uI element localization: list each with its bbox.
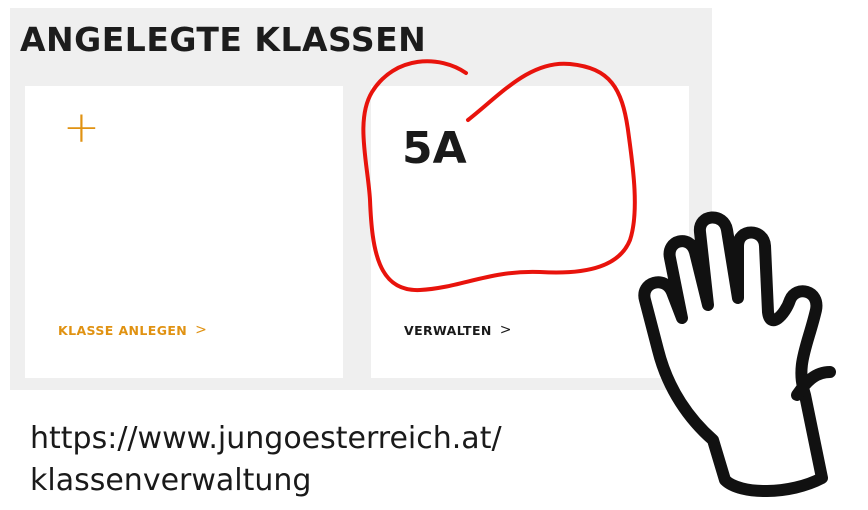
annotation-overlay bbox=[361, 59, 836, 497]
raised-hand-icon bbox=[638, 211, 836, 497]
red-highlight-circle bbox=[361, 59, 637, 293]
